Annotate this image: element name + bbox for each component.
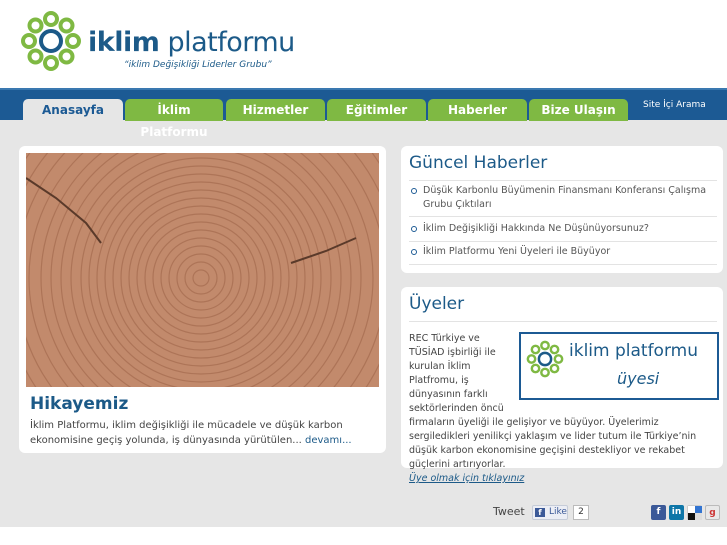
footer-bar bbox=[0, 527, 727, 545]
tab-hizmetler[interactable]: Hizmetler bbox=[226, 99, 325, 121]
members-text: iklim platformu üyesi REC Türkiye ve TÜS… bbox=[409, 332, 719, 486]
story-title: Hikayemiz bbox=[30, 394, 129, 414]
news-panel: Güncel Haberler Düşük Karbonlu Büyümenin… bbox=[401, 146, 723, 273]
google-icon[interactable]: g bbox=[705, 505, 720, 520]
news-title: Güncel Haberler bbox=[409, 153, 548, 173]
divider bbox=[409, 216, 717, 217]
wood-rings-image bbox=[26, 153, 379, 387]
tab-haberler[interactable]: Haberler bbox=[428, 99, 527, 121]
bullet-icon bbox=[411, 226, 417, 232]
members-panel: Üyeler iklim platformu üyesi REC Türkiye… bbox=[401, 287, 723, 484]
logo-tagline: “iklim Değişikliği Liderler Grubu” bbox=[124, 60, 272, 70]
facebook-icon[interactable]: f bbox=[651, 505, 666, 520]
linkedin-icon[interactable]: in bbox=[669, 505, 684, 520]
logo-mark-icon bbox=[526, 340, 564, 378]
news-item[interactable]: Düşük Karbonlu Büyümenin Finansmanı Konf… bbox=[411, 184, 717, 212]
badge-wordmark: iklim platformu bbox=[569, 341, 698, 361]
bullet-icon bbox=[411, 249, 417, 255]
logo-wordmark[interactable]: iklim platformu bbox=[88, 27, 295, 58]
tab-anasayfa[interactable]: Anasayfa bbox=[23, 99, 123, 121]
members-title: Üyeler bbox=[409, 294, 465, 314]
delicious-icon[interactable] bbox=[687, 505, 702, 520]
tweet-button[interactable]: Tweet bbox=[493, 505, 525, 518]
news-item[interactable]: İklim Platformu Yeni Üyeleri ile Büyüyor bbox=[411, 245, 717, 259]
divider bbox=[409, 264, 717, 265]
story-more-link[interactable]: devamı... bbox=[305, 435, 352, 446]
news-item[interactable]: İklim Değişikliği Hakkında Ne Düşünüyors… bbox=[411, 222, 717, 236]
member-badge[interactable]: iklim platformu üyesi bbox=[519, 332, 719, 400]
tab-bize-ulasin[interactable]: Bize Ulaşın bbox=[529, 99, 628, 121]
site-search[interactable]: Site İçi Arama bbox=[643, 100, 706, 110]
divider bbox=[409, 180, 717, 181]
tab-egitimler[interactable]: Eğitimler bbox=[327, 99, 426, 121]
main-nav: Anasayfa İklim Platformu Hizmetler Eğiti… bbox=[0, 88, 727, 139]
divider bbox=[409, 321, 717, 322]
badge-subtitle: üyesi bbox=[617, 369, 660, 388]
logo-mark-icon[interactable] bbox=[20, 10, 82, 72]
tab-iklim-platformu[interactable]: İklim Platformu bbox=[125, 99, 223, 139]
join-link[interactable]: Üye olmak için tıklayınız bbox=[409, 472, 719, 486]
like-count: 2 bbox=[573, 505, 589, 520]
facebook-icon: f bbox=[535, 508, 545, 517]
story-panel: Hikayemiz İklim Platformu, iklim değişik… bbox=[19, 146, 386, 453]
story-text: İklim Platformu, iklim değişikliği ile m… bbox=[30, 420, 352, 446]
bullet-icon bbox=[411, 188, 417, 194]
site-header: iklim platformu “iklim Değişikliği Lider… bbox=[0, 0, 727, 88]
divider bbox=[409, 241, 717, 242]
like-button[interactable]: f Like bbox=[532, 505, 568, 520]
